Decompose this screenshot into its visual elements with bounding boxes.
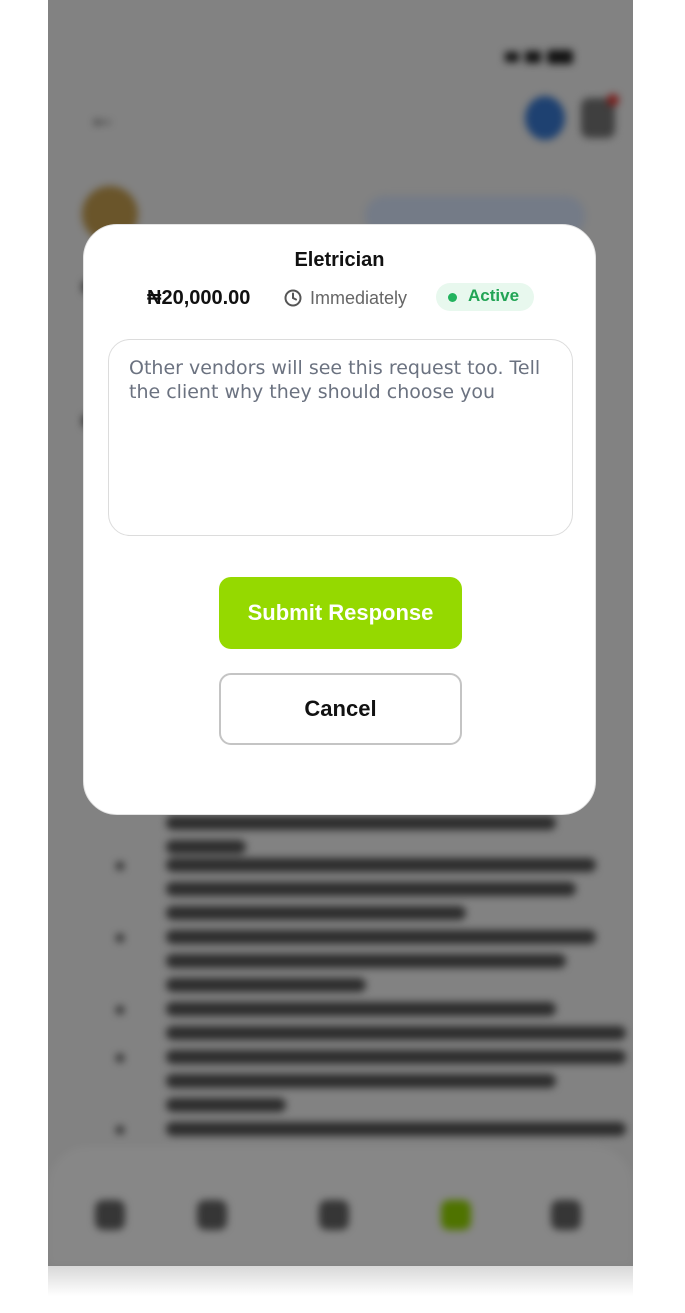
response-textarea[interactable]: [129, 356, 552, 519]
request-price: ₦20,000.00: [147, 287, 251, 309]
response-modal: Eletrician ₦20,000.00 Immediately Active…: [83, 224, 596, 815]
response-field-wrapper: [108, 339, 573, 536]
clock-icon: [284, 289, 302, 307]
request-meta: ₦20,000.00 Immediately Active: [84, 283, 595, 313]
service-title: Eletrician: [294, 249, 385, 271]
status-badge: Active: [436, 283, 534, 311]
status-dot-icon: [448, 293, 457, 302]
status-label: Active: [468, 286, 520, 305]
device-shadow: [48, 1266, 633, 1296]
timing-label: Immediately: [310, 288, 408, 308]
cancel-button[interactable]: Cancel: [219, 673, 462, 745]
submit-response-button[interactable]: Submit Response: [219, 577, 462, 649]
